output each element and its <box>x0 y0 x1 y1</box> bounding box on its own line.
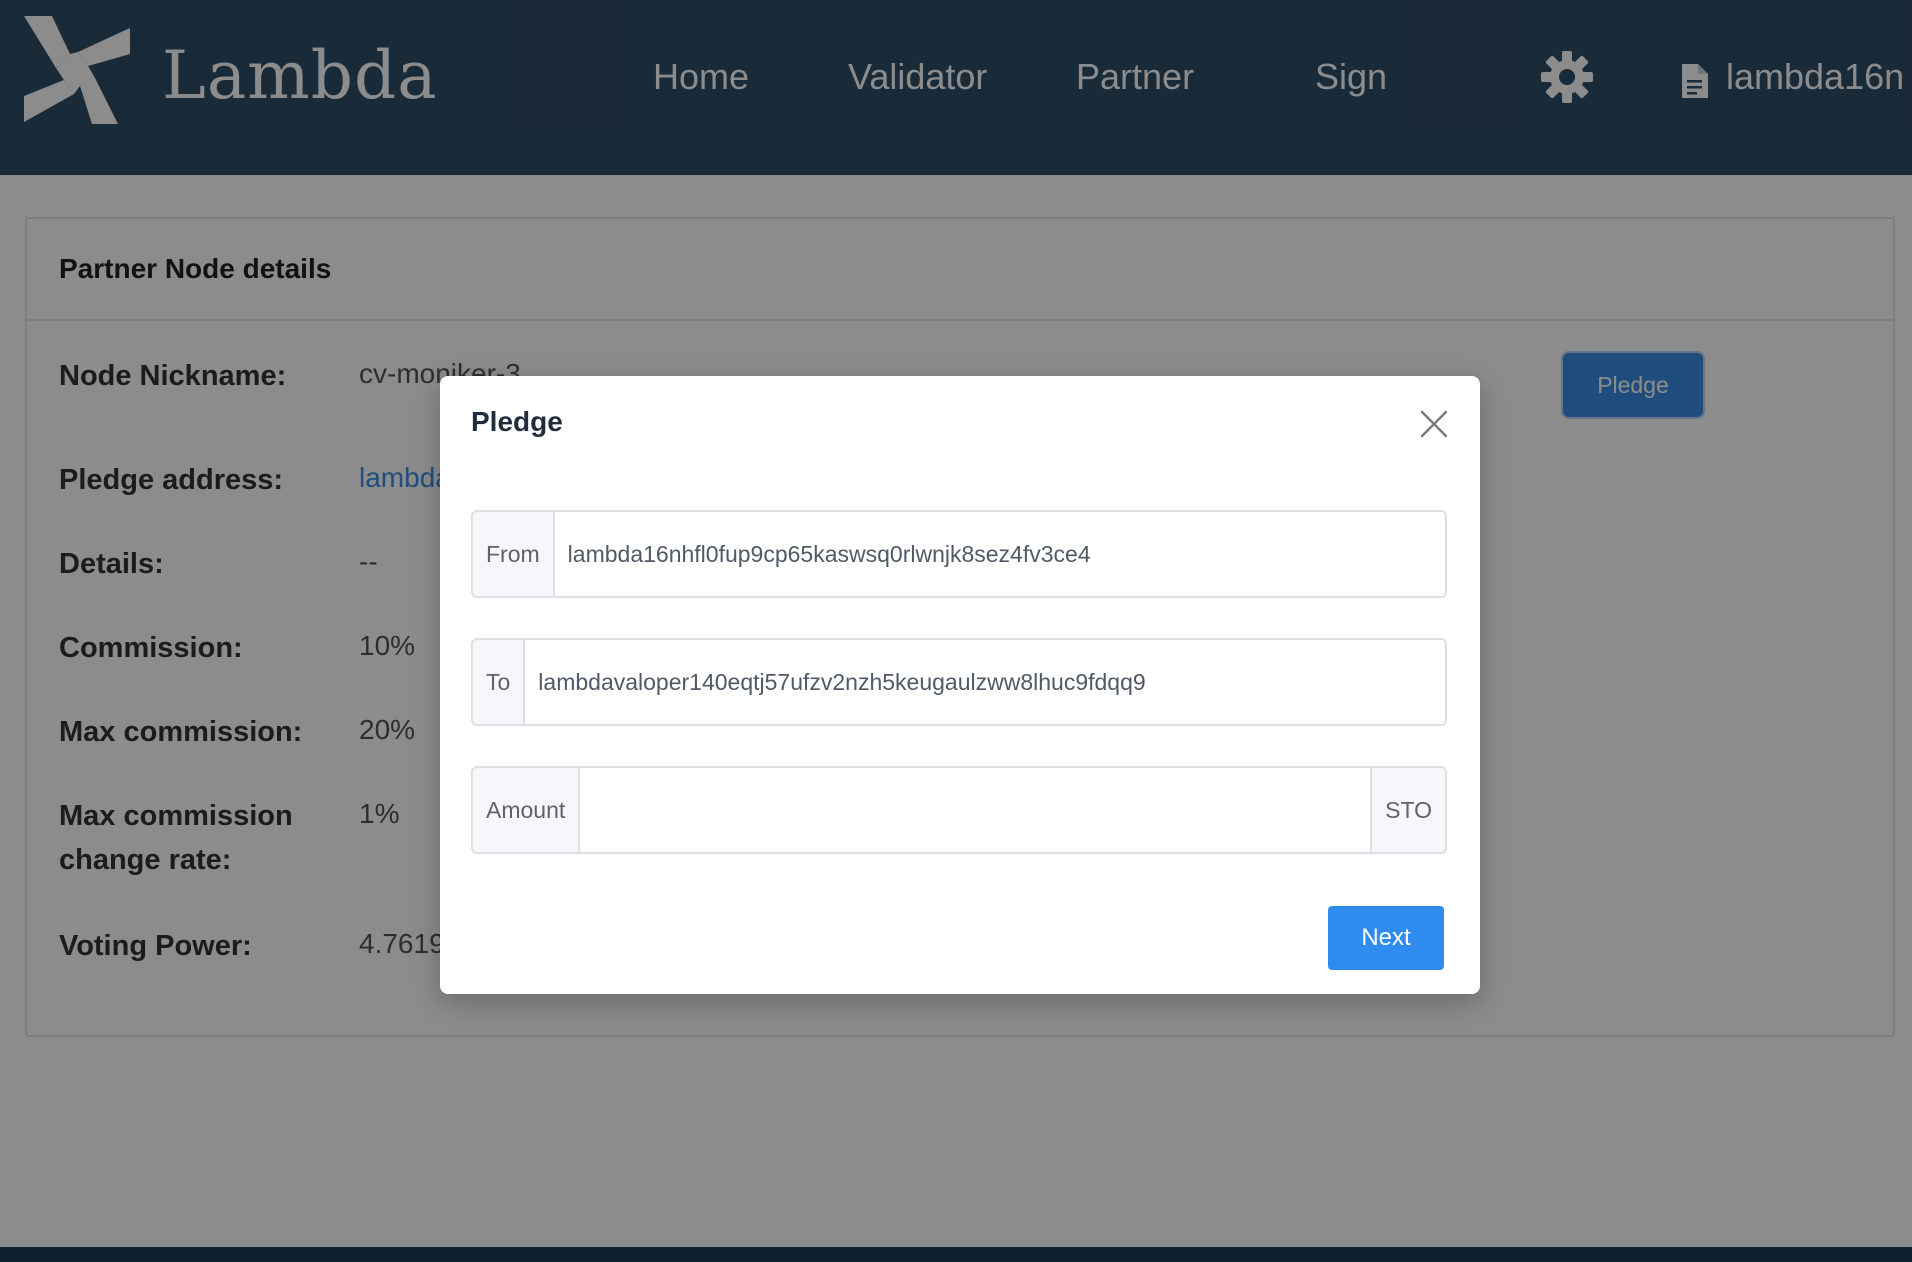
from-label: From <box>473 512 555 596</box>
amount-unit: STO <box>1370 768 1445 852</box>
from-field-group: From <box>471 510 1447 598</box>
to-label: To <box>473 640 526 724</box>
next-button[interactable]: Next <box>1328 906 1444 970</box>
amount-field-group: Amount STO <box>471 766 1447 854</box>
pledge-dialog: Pledge From To Amount STO Next <box>440 376 1480 994</box>
to-field-group: To <box>471 638 1447 726</box>
amount-label: Amount <box>473 768 581 852</box>
amount-input[interactable] <box>580 768 1371 852</box>
dialog-title: Pledge <box>471 406 563 437</box>
to-input[interactable] <box>525 640 1445 724</box>
from-input[interactable] <box>554 512 1445 596</box>
close-icon[interactable] <box>1416 406 1452 442</box>
